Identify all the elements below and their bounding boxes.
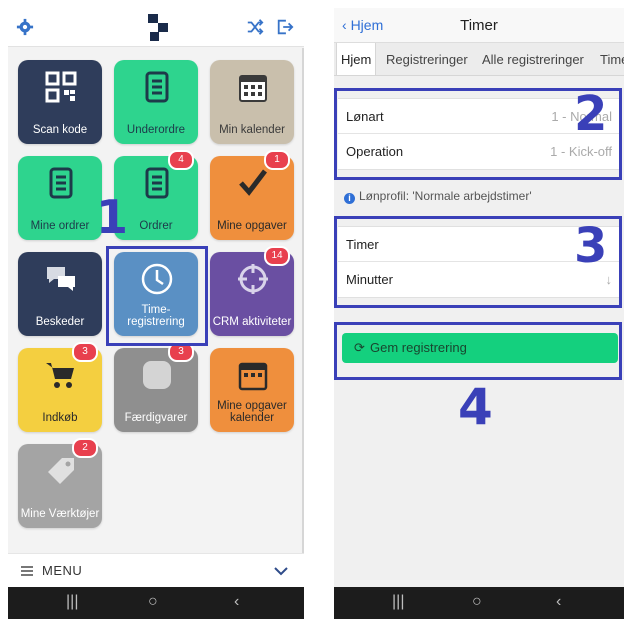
tile-grid: Scan kode Underordre Min kalender Mine o…: [8, 48, 304, 548]
tab-alle-registreringer[interactable]: Alle registreringer: [482, 52, 584, 67]
info-label: Lønprofil: 'Normale arbejdstimer': [359, 189, 532, 203]
tile-mine-ordrer[interactable]: Mine ordrer: [18, 156, 102, 240]
tile-label: Færdigvarer: [124, 412, 188, 424]
annotation-box-1: [106, 246, 208, 346]
tile-label: Mine Værktøjer: [20, 508, 100, 520]
page-title: Timer: [460, 17, 498, 34]
nav-header: ‹ Hjem Timer: [334, 8, 624, 43]
app-logo: [148, 14, 168, 41]
notification-badge: 3: [72, 342, 98, 362]
tile-label: Underordre: [126, 124, 186, 136]
tile-label: Mine opgaver kalender: [217, 400, 287, 424]
recent-apps-icon[interactable]: |||: [66, 593, 78, 611]
app-header: [8, 8, 304, 47]
tab-registreringer[interactable]: Registreringer: [386, 52, 468, 67]
box-icon: [143, 361, 171, 389]
notification-badge: 1: [264, 150, 290, 170]
annotation-number-4: 4: [458, 378, 493, 436]
checkmark-icon: [239, 169, 267, 196]
crosshair-icon: [238, 264, 268, 294]
tile-mine-vaerktojer[interactable]: 2 Mine Værktøjer: [18, 438, 102, 528]
tab-hjem[interactable]: Hjem: [336, 43, 377, 75]
back-icon[interactable]: ‹: [234, 593, 239, 611]
tile-mine-opgaver-kalender[interactable]: Mine opgaver kalender: [210, 348, 294, 432]
tile-label: Beskeder: [35, 316, 85, 328]
chevron-down-icon[interactable]: [274, 566, 288, 576]
shuffle-icon[interactable]: [246, 18, 264, 36]
tile-min-kalender[interactable]: Min kalender: [210, 60, 294, 144]
tile-label: Mine opgaver: [217, 220, 287, 232]
tile-beskeder[interactable]: Beskeder: [18, 252, 102, 336]
home-icon[interactable]: ○: [148, 593, 158, 611]
tile-faerdigvarer[interactable]: 3 Færdigvarer: [114, 342, 198, 432]
notification-badge: 4: [168, 150, 194, 170]
tile-label: Mine ordrer: [30, 220, 90, 232]
annotation-number-3: 3: [574, 218, 608, 274]
tile-crm-aktiviteter[interactable]: 14 CRM aktiviteter: [210, 246, 294, 336]
tile-label: Min kalender: [219, 124, 285, 136]
tag-icon: [48, 458, 74, 484]
recent-apps-icon[interactable]: |||: [392, 593, 404, 611]
annotation-number-1: 1: [96, 190, 129, 244]
info-icon: i: [344, 193, 355, 204]
android-nav-bar: ||| ○ ‹: [334, 587, 624, 619]
qr-code-icon: [45, 71, 77, 103]
annotation-box-4: [334, 322, 622, 380]
logout-icon[interactable]: [276, 18, 294, 36]
menu-bar[interactable]: MENU: [8, 553, 304, 588]
menu-label: MENU: [42, 563, 83, 578]
annotation-number-2: 2: [574, 86, 608, 142]
tile-label: Scan kode: [32, 124, 88, 136]
back-icon[interactable]: ‹: [556, 593, 561, 611]
tile-mine-opgaver[interactable]: 1 Mine opgaver: [210, 150, 294, 240]
android-nav-bar: ||| ○ ‹: [8, 587, 304, 619]
document-icon: [145, 71, 169, 103]
tile-indkob[interactable]: 3 Indkøb: [18, 342, 102, 432]
shopping-cart-icon: [46, 363, 74, 388]
tile-underordre[interactable]: Underordre: [114, 60, 198, 144]
tile-label: CRM aktiviteter: [212, 316, 292, 328]
hamburger-icon: [21, 566, 33, 576]
document-icon: [145, 167, 169, 199]
tile-scan-code[interactable]: Scan kode: [18, 60, 102, 144]
calendar-icon: [238, 362, 268, 391]
home-icon[interactable]: ○: [472, 593, 482, 611]
notification-badge: 2: [72, 438, 98, 458]
gear-icon[interactable]: [16, 18, 34, 36]
document-icon: [49, 167, 73, 199]
right-phone-screen: ‹ Hjem Timer Hjem Registreringer Alle re…: [334, 8, 624, 619]
notification-badge: 14: [264, 246, 290, 266]
tile-label: Indkøb: [42, 412, 78, 424]
calendar-icon: [239, 75, 267, 102]
chat-bubbles-icon: [47, 267, 75, 291]
tab-time[interactable]: Time: [600, 52, 624, 67]
info-text: i Lønprofil: 'Normale arbejdstimer': [344, 189, 532, 204]
tab-bar: Hjem Registreringer Alle registreringer …: [334, 43, 624, 76]
left-phone-screen: Scan kode Underordre Min kalender Mine o…: [8, 8, 304, 619]
